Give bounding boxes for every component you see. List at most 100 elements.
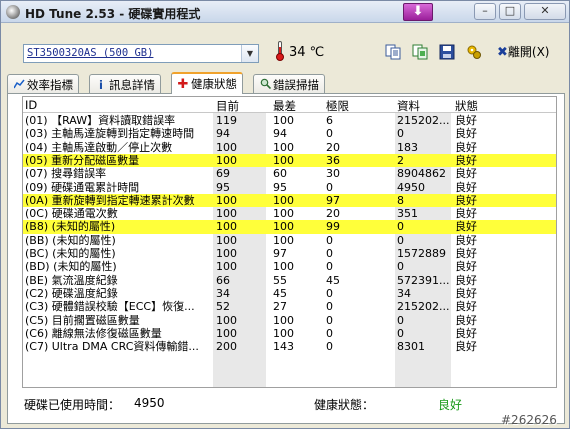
- table-row[interactable]: (BD) (未知的屬性) 100 100 0 0 良好: [23, 260, 556, 274]
- table-row[interactable]: (07) 搜尋錯誤率 69 60 30 8904862 良好: [23, 167, 556, 181]
- close-button[interactable]: ✕: [524, 3, 566, 20]
- copy-text-icon[interactable]: [384, 43, 402, 61]
- worst-value: 100: [273, 140, 294, 154]
- smart-attributes-table[interactable]: ID 目前 最差 極限 資料 狀態 (01) 【RAW】資料讀取錯誤率 119 10…: [22, 96, 557, 388]
- exit-label: 離開(X): [507, 45, 550, 59]
- table-row[interactable]: (C7) Ultra DMA CRC資料傳輸錯... 200 143 0 8301 良好: [23, 340, 556, 354]
- table-row[interactable]: (C3) 硬體錯誤校驗【ECC】恢復... 52 27 0 215202... 良好: [23, 300, 556, 314]
- table-row[interactable]: (C6) 離線無法修復磁區數量 100 100 0 0 良好: [23, 326, 556, 340]
- threshold-value: 20: [326, 207, 340, 221]
- current-value: 69: [216, 167, 230, 181]
- header-id[interactable]: ID: [25, 98, 37, 112]
- current-value: 119: [216, 114, 237, 127]
- summary-bar: 硬碟已使用時間： 4950 健康狀態： 良好: [24, 396, 554, 416]
- threshold-value: 45: [326, 273, 340, 287]
- current-value: 100: [216, 247, 237, 260]
- worst-value: 100: [273, 114, 294, 127]
- table-row[interactable]: (0C) 硬碟通電次數 100 100 20 351 良好: [23, 207, 556, 221]
- info-icon: i: [99, 78, 103, 92]
- raw-data-value: 0: [397, 127, 404, 141]
- table-row[interactable]: (01) 【RAW】資料讀取錯誤率 119 100 6 215202... 良好: [23, 114, 556, 127]
- current-value: 100: [216, 207, 237, 221]
- threshold-value: 99: [326, 220, 340, 234]
- current-value: 100: [216, 326, 237, 340]
- table-row[interactable]: (BE) 氣流溫度紀錄 66 55 45 572391... 良好: [23, 273, 556, 287]
- table-row[interactable]: (C2) 硬碟溫度紀錄 34 45 0 34 良好: [23, 286, 556, 300]
- table-row[interactable]: (04) 主軸馬達啟動／停止次數 100 100 20 183 良好: [23, 140, 556, 154]
- header-threshold[interactable]: 極限: [326, 98, 349, 114]
- raw-data-value: 8904862: [397, 167, 446, 181]
- worst-value: 100: [273, 233, 294, 247]
- header-status[interactable]: 狀態: [455, 98, 478, 114]
- tab-health[interactable]: ✚ 健康狀態: [171, 72, 243, 94]
- threshold-value: 0: [326, 300, 333, 314]
- table-row[interactable]: (BC) (未知的屬性) 100 97 0 1572889 良好: [23, 247, 556, 260]
- current-value: 100: [216, 220, 237, 234]
- attribute-name: (BD) (未知的屬性): [25, 260, 117, 274]
- threshold-value: 0: [326, 233, 333, 247]
- raw-data-value: 0: [397, 260, 404, 274]
- table-row[interactable]: (B8) (未知的屬性) 100 100 99 0 良好: [23, 220, 556, 234]
- minimize-button[interactable]: –: [474, 3, 496, 20]
- tab-error-scan[interactable]: 錯誤掃描: [253, 74, 325, 93]
- threshold-value: 97: [326, 193, 340, 207]
- status-value: 良好: [455, 233, 477, 247]
- attribute-name: (C3) 硬體錯誤校驗【ECC】恢復...: [25, 300, 195, 314]
- attribute-name: (01) 【RAW】資料讀取錯誤率: [25, 114, 176, 127]
- header-worst[interactable]: 最差: [273, 98, 296, 114]
- toolbar: ST3500320AS (500 GB) ▼ 34 ℃ ✖離開(X): [1, 24, 569, 72]
- current-value: 34: [216, 286, 230, 300]
- save-icon[interactable]: [438, 43, 456, 61]
- raw-data-value: 183: [397, 140, 418, 154]
- table-row[interactable]: (09) 硬碟通電累計時間 95 95 0 4950 良好: [23, 180, 556, 194]
- status-value: 良好: [455, 313, 477, 327]
- worst-value: 95: [273, 180, 287, 194]
- attribute-name: (C7) Ultra DMA CRC資料傳輸錯...: [25, 340, 199, 354]
- raw-data-value: 572391...: [397, 273, 450, 287]
- status-value: 良好: [455, 153, 477, 167]
- header-data[interactable]: 資料: [397, 98, 420, 114]
- current-value: 66: [216, 273, 230, 287]
- options-icon[interactable]: [465, 43, 483, 61]
- threshold-value: 0: [326, 340, 333, 354]
- raw-data-value: 351: [397, 207, 418, 221]
- status-value: 良好: [455, 220, 477, 234]
- status-value: 良好: [455, 180, 477, 194]
- attribute-name: (0C) 硬碟通電次數: [25, 207, 118, 221]
- current-value: 95: [216, 180, 230, 194]
- current-value: 94: [216, 127, 230, 141]
- maximize-button[interactable]: □: [499, 3, 521, 20]
- status-value: 良好: [455, 193, 477, 207]
- download-icon[interactable]: ⬇: [403, 3, 433, 21]
- attribute-name: (03) 主軸馬達旋轉到指定轉速時間: [25, 127, 195, 141]
- worst-value: 94: [273, 127, 287, 141]
- hours-value: 4950: [134, 396, 165, 410]
- table-row[interactable]: (C5) 目前擱置磁區數量 100 100 0 0 良好: [23, 313, 556, 327]
- current-value: 52: [216, 300, 230, 314]
- tab-info[interactable]: i 訊息詳情: [89, 74, 161, 93]
- chevron-down-icon[interactable]: ▼: [241, 45, 258, 62]
- current-value: 100: [216, 193, 237, 207]
- status-value: 良好: [455, 300, 477, 314]
- tab-benchmark[interactable]: 效率指標: [7, 74, 79, 93]
- worst-value: 100: [273, 193, 294, 207]
- status-value: 良好: [455, 207, 477, 221]
- status-value: 良好: [455, 114, 477, 127]
- worst-value: 60: [273, 167, 287, 181]
- exit-button[interactable]: ✖離開(X): [497, 43, 550, 60]
- table-row[interactable]: (03) 主軸馬達旋轉到指定轉速時間 94 94 0 0 良好: [23, 127, 556, 141]
- table-row[interactable]: (05) 重新分配磁區數量 100 100 36 2 良好: [23, 153, 556, 168]
- header-current[interactable]: 目前: [216, 98, 239, 114]
- drive-select[interactable]: ST3500320AS (500 GB) ▼: [23, 44, 259, 63]
- window-title: HD Tune 2.53 - 硬碟實用程式: [25, 7, 201, 21]
- tab-bar: 效率指標 i 訊息詳情 ✚ 健康狀態 錯誤掃描: [7, 72, 567, 94]
- copy-screenshot-icon[interactable]: [411, 43, 429, 61]
- attribute-name: (05) 重新分配磁區數量: [25, 153, 140, 167]
- threshold-value: 0: [326, 313, 333, 327]
- drive-select-value: ST3500320AS (500 GB): [27, 47, 154, 59]
- threshold-value: 0: [326, 247, 333, 260]
- table-row[interactable]: (BB) (未知的屬性) 100 100 0 0 良好: [23, 233, 556, 247]
- title-bar[interactable]: HD Tune 2.53 - 硬碟實用程式 ⬇ – □ ✕: [1, 1, 569, 23]
- table-row[interactable]: (0A) 重新旋轉到指定轉速累計次數 100 100 97 8 良好: [23, 193, 556, 208]
- health-label: 健康狀態：: [314, 398, 375, 412]
